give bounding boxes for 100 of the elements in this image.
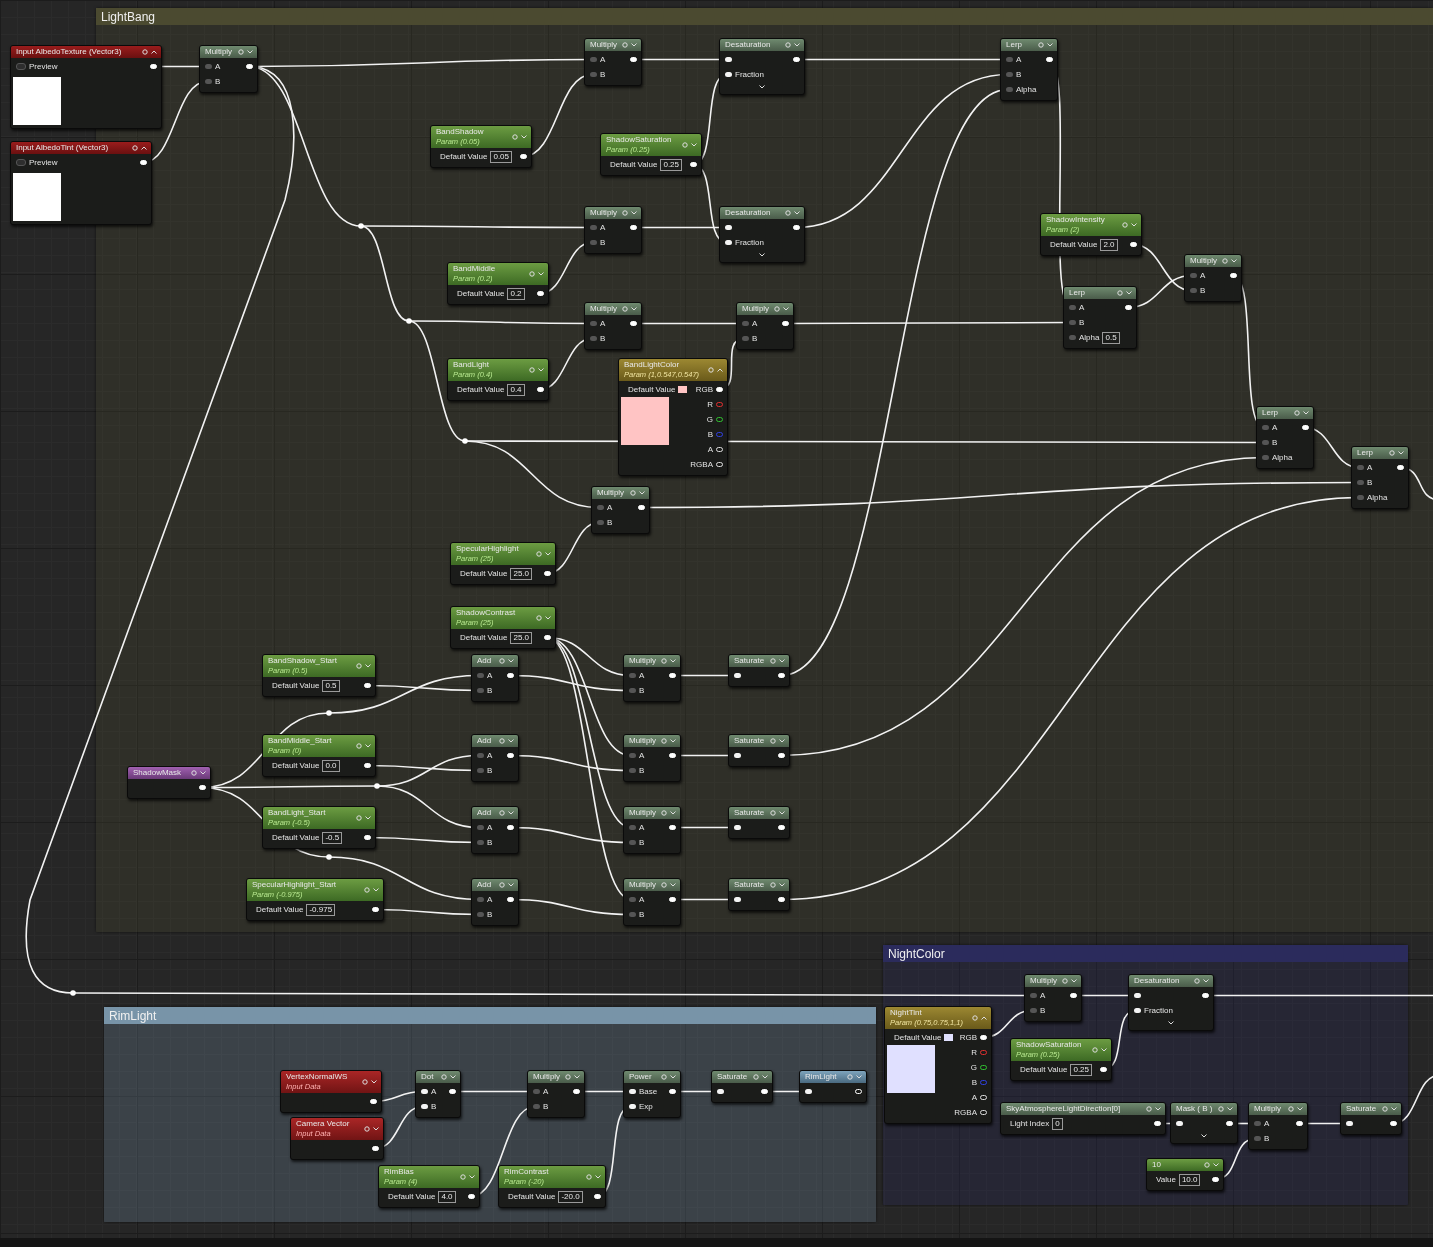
chevron-down-icon[interactable] xyxy=(759,84,765,89)
ring-icon[interactable] xyxy=(142,49,148,55)
graph-node[interactable]: Lerp A B Alpha 0.5 xyxy=(1063,286,1137,349)
value-field[interactable]: 0.25 xyxy=(660,158,682,171)
ring-icon[interactable] xyxy=(753,1074,759,1080)
chevron-down-icon[interactable] xyxy=(373,1127,379,1131)
input-pin[interactable] xyxy=(1176,1121,1183,1126)
ring-icon[interactable] xyxy=(708,367,714,373)
ring-icon[interactable] xyxy=(847,1074,853,1080)
reroute-knot[interactable] xyxy=(406,318,412,324)
input-pin[interactable] xyxy=(734,753,741,758)
graph-node[interactable]: Multiply A B xyxy=(1024,974,1082,1022)
input-pin[interactable] xyxy=(1190,273,1197,278)
input-pin[interactable] xyxy=(629,768,636,773)
graph-node[interactable]: Multiply A B xyxy=(1248,1102,1308,1150)
input-pin[interactable] xyxy=(590,321,597,326)
output-pin[interactable] xyxy=(716,417,723,422)
ring-icon[interactable] xyxy=(785,42,791,48)
value-field[interactable]: 0 xyxy=(1052,1117,1063,1130)
input-pin[interactable] xyxy=(805,1089,812,1094)
graph-node[interactable]: ShadowMask xyxy=(127,766,211,799)
ring-icon[interactable] xyxy=(785,210,791,216)
ring-icon[interactable] xyxy=(1389,450,1395,456)
input-pin[interactable] xyxy=(477,840,484,845)
input-pin[interactable] xyxy=(725,72,732,77)
input-pin[interactable] xyxy=(1006,72,1013,77)
graph-node[interactable]: Lerp A B Alpha xyxy=(1000,38,1058,101)
input-pin[interactable] xyxy=(734,897,741,902)
input-pin[interactable] xyxy=(1262,455,1269,460)
reroute-knot[interactable] xyxy=(358,223,364,229)
graph-node[interactable]: Multiply A B xyxy=(623,654,681,702)
graph-node[interactable]: Saturate xyxy=(728,806,790,839)
input-pin[interactable] xyxy=(1357,495,1364,500)
input-pin[interactable] xyxy=(477,825,484,830)
ring-icon[interactable] xyxy=(661,810,667,816)
input-pin[interactable] xyxy=(477,753,484,758)
color-swatch[interactable] xyxy=(944,1034,954,1041)
ring-icon[interactable] xyxy=(1194,978,1200,984)
ring-icon[interactable] xyxy=(1204,1162,1210,1168)
input-pin[interactable] xyxy=(1262,425,1269,430)
input-pin[interactable] xyxy=(590,57,597,62)
input-pin[interactable] xyxy=(421,1104,428,1109)
input-pin[interactable] xyxy=(477,688,484,693)
ring-icon[interactable] xyxy=(630,490,636,496)
graph-node[interactable]: Saturate xyxy=(728,654,790,687)
chevron-down-icon[interactable] xyxy=(1168,1020,1174,1025)
reroute-knot[interactable] xyxy=(326,854,332,860)
ring-icon[interactable] xyxy=(661,1074,667,1080)
value-field[interactable]: -0.5 xyxy=(322,831,343,844)
value-field[interactable]: -20.0 xyxy=(558,1190,583,1203)
value-field[interactable]: 0.2 xyxy=(507,287,525,300)
chevron-up-icon[interactable] xyxy=(717,368,723,372)
input-pin[interactable] xyxy=(742,336,749,341)
graph-node[interactable]: Multiply A B xyxy=(736,302,794,350)
ring-icon[interactable] xyxy=(499,738,505,744)
ring-icon[interactable] xyxy=(362,1079,368,1085)
input-pin[interactable] xyxy=(1357,480,1364,485)
ring-icon[interactable] xyxy=(622,42,628,48)
ring-icon[interactable] xyxy=(1092,1047,1098,1053)
ring-icon[interactable] xyxy=(770,882,776,888)
input-pin[interactable] xyxy=(477,912,484,917)
input-pin[interactable] xyxy=(629,897,636,902)
value-field[interactable]: 0.05 xyxy=(490,150,512,163)
graph-node[interactable]: Multiply A B xyxy=(527,1070,585,1118)
ring-icon[interactable] xyxy=(364,887,370,893)
color-swatch[interactable] xyxy=(678,386,688,393)
graph-node[interactable]: Multiply A B xyxy=(584,206,642,254)
graph-node[interactable]: Multiply A B xyxy=(199,45,258,93)
ring-icon[interactable] xyxy=(1288,1106,1294,1112)
graph-node[interactable]: Input AlbedoTexture (Vector3) Preview xyxy=(10,45,162,129)
ring-icon[interactable] xyxy=(132,145,138,151)
input-pin[interactable] xyxy=(725,57,732,62)
ring-icon[interactable] xyxy=(1062,978,1068,984)
graph-node[interactable]: Input AlbedoTint (Vector3) Preview xyxy=(10,141,152,225)
chevron-up-icon[interactable] xyxy=(151,50,157,54)
input-pin[interactable] xyxy=(629,912,636,917)
graph-node[interactable]: Multiply A B xyxy=(623,878,681,926)
value-field[interactable]: -0.975 xyxy=(306,903,336,916)
ring-icon[interactable] xyxy=(356,743,362,749)
graph-node[interactable]: Multiply A B xyxy=(591,486,650,534)
ring-icon[interactable] xyxy=(774,306,780,312)
input-pin[interactable] xyxy=(590,225,597,230)
ring-icon[interactable] xyxy=(972,1015,978,1021)
ring-icon[interactable] xyxy=(499,882,505,888)
graph-node[interactable]: 10 Value 10.0 xyxy=(1146,1158,1224,1191)
input-pin[interactable] xyxy=(734,673,741,678)
ring-icon[interactable] xyxy=(565,1074,571,1080)
ring-icon[interactable] xyxy=(661,882,667,888)
ring-icon[interactable] xyxy=(586,1174,592,1180)
graph-node[interactable]: SkyAtmosphereLightDirection[0] Light Index 0 xyxy=(1000,1102,1166,1135)
chevron-up-icon[interactable] xyxy=(141,146,147,150)
input-pin[interactable] xyxy=(477,768,484,773)
input-pin[interactable] xyxy=(1030,993,1037,998)
graph-node[interactable]: Multiply A B xyxy=(584,38,642,86)
chevron-down-icon[interactable] xyxy=(371,1080,377,1084)
graph-node[interactable]: Desaturation Fraction xyxy=(1128,974,1214,1031)
graph-node[interactable]: Power Base Exp xyxy=(623,1070,681,1118)
graph-node[interactable]: Saturate xyxy=(711,1070,773,1103)
input-pin[interactable] xyxy=(590,336,597,341)
graph-node[interactable]: Add A B xyxy=(471,654,519,702)
